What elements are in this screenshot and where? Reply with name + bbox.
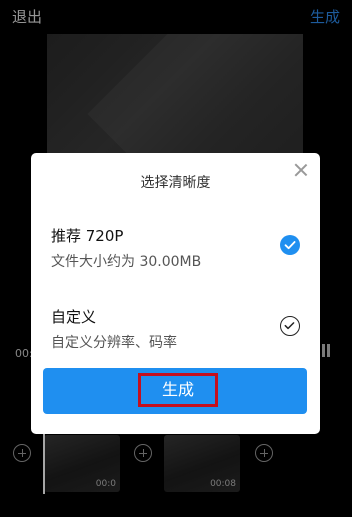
- generate-button[interactable]: 生成: [43, 368, 307, 414]
- option-description: 文件大小约为 30.00MB: [51, 254, 202, 270]
- checked-icon[interactable]: [280, 235, 300, 255]
- option-description: 自定义分辨率、码率: [51, 335, 177, 351]
- resolution-dialog: 选择清晰度 推荐 720P 文件大小约为 30.00MB 自定义 自定义分辨率、…: [31, 153, 320, 434]
- option-custom[interactable]: 自定义 自定义分辨率、码率: [51, 306, 308, 356]
- option-title: 推荐 720P: [51, 227, 124, 245]
- generate-button-label: 生成: [138, 373, 218, 407]
- option-title: 自定义: [51, 308, 97, 326]
- unchecked-icon[interactable]: [280, 316, 300, 336]
- option-recommended-720p[interactable]: 推荐 720P 文件大小约为 30.00MB: [51, 225, 308, 275]
- close-icon[interactable]: [294, 163, 308, 177]
- dialog-title: 选择清晰度: [140, 175, 211, 191]
